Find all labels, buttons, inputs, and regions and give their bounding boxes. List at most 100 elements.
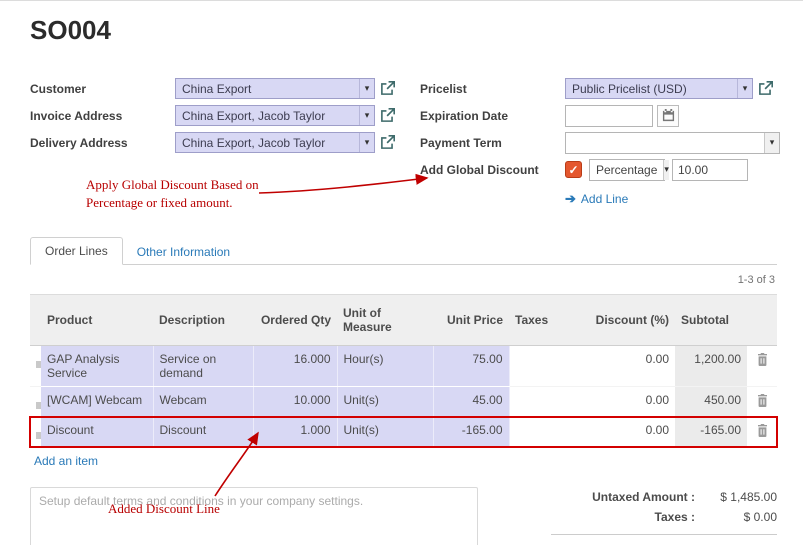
customer-label: Customer xyxy=(30,82,175,96)
cell-discount[interactable]: 0.00 xyxy=(571,387,675,417)
global-discount-checkbox[interactable]: ✓ xyxy=(565,161,582,178)
annotation-global-discount: Apply Global Discount Based on Percentag… xyxy=(86,176,259,211)
delete-row-icon[interactable] xyxy=(747,417,777,447)
form-left-column: Customer China Export ▾ Invoice Address … xyxy=(30,75,410,156)
taxes-value: $ 0.00 xyxy=(695,510,777,524)
col-taxes[interactable]: Taxes xyxy=(509,295,571,346)
handle-header xyxy=(30,295,41,346)
chevron-down-icon[interactable]: ▾ xyxy=(737,79,752,98)
col-product[interactable]: Product xyxy=(41,295,153,346)
annotation-arrow-global-discount xyxy=(259,178,427,193)
add-line-button[interactable]: ➔ Add Line xyxy=(565,191,628,207)
payment-term-label: Payment Term xyxy=(420,136,565,150)
cell-ordered-qty[interactable]: 10.000 xyxy=(253,387,337,417)
global-discount-label: Add Global Discount xyxy=(420,163,565,177)
tab-order-lines[interactable]: Order Lines xyxy=(30,237,123,265)
calendar-icon[interactable] xyxy=(657,105,679,127)
col-unit-price[interactable]: Unit Price xyxy=(433,295,509,346)
cell-ordered-qty[interactable]: 1.000 xyxy=(253,417,337,447)
cell-description[interactable]: Webcam xyxy=(153,387,253,417)
delivery-address-value: China Export, Jacob Taylor xyxy=(182,136,325,150)
pricelist-select[interactable]: Public Pricelist (USD) ▾ xyxy=(565,78,753,99)
cell-description[interactable]: Discount xyxy=(153,417,253,447)
order-lines-table: Product Description Ordered Qty Unit of … xyxy=(30,294,777,447)
chevron-down-icon[interactable]: ▾ xyxy=(359,79,374,98)
chevron-down-icon[interactable]: ▾ xyxy=(764,133,779,153)
cell-product[interactable]: [WCAM] Webcam xyxy=(41,387,153,417)
cell-product[interactable]: GAP Analysis Service xyxy=(41,346,153,387)
row-handle[interactable] xyxy=(30,387,41,417)
col-ordered-qty[interactable]: Ordered Qty xyxy=(253,295,337,346)
notebook-section: Order Lines Other Information 1-3 of 3 P… xyxy=(30,238,777,545)
cell-unit-price[interactable]: -165.00 xyxy=(433,417,509,447)
delivery-address-select[interactable]: China Export, Jacob Taylor ▾ xyxy=(175,132,375,153)
pricelist-label: Pricelist xyxy=(420,82,565,96)
tab-other-information[interactable]: Other Information xyxy=(123,239,244,265)
cell-product[interactable]: Discount xyxy=(41,417,153,447)
row-handle[interactable] xyxy=(30,417,41,447)
arrow-right-icon: ➔ xyxy=(565,191,576,207)
cell-discount[interactable]: 0.00 xyxy=(571,417,675,447)
untaxed-amount-row: Untaxed Amount : $ 1,485.00 xyxy=(551,487,777,507)
row-handle[interactable] xyxy=(30,346,41,387)
table-header-row: Product Description Ordered Qty Unit of … xyxy=(30,295,777,346)
cell-taxes[interactable] xyxy=(509,417,571,447)
discount-type-value: Percentage xyxy=(590,163,663,177)
delivery-address-label: Delivery Address xyxy=(30,136,175,150)
payment-term-select[interactable]: ▾ xyxy=(565,132,780,154)
invoice-address-value: China Export, Jacob Taylor xyxy=(182,109,325,123)
col-discount[interactable]: Discount (%) xyxy=(571,295,675,346)
expiration-date-input[interactable] xyxy=(565,105,653,127)
external-link-icon[interactable] xyxy=(758,81,773,96)
cell-taxes[interactable] xyxy=(509,346,571,387)
discount-type-select[interactable]: Percentage ▾ xyxy=(589,159,665,181)
sales-order-page: SO004 Customer China Export ▾ Invoice Ad… xyxy=(0,0,803,545)
col-description[interactable]: Description xyxy=(153,295,253,346)
pager[interactable]: 1-3 of 3 xyxy=(30,274,775,286)
cell-subtotal: -165.00 xyxy=(675,417,747,447)
cell-unit-of-measure[interactable]: Unit(s) xyxy=(337,387,433,417)
payment-term-row: Payment Term ▾ xyxy=(420,129,780,156)
delete-row-icon[interactable] xyxy=(747,346,777,387)
cell-unit-price[interactable]: 45.00 xyxy=(433,387,509,417)
cell-description[interactable]: Service on demand xyxy=(153,346,253,387)
untaxed-amount-label: Untaxed Amount : xyxy=(551,490,695,504)
cell-unit-of-measure[interactable]: Unit(s) xyxy=(337,417,433,447)
expiration-date-row: Expiration Date xyxy=(420,102,780,129)
tab-bar: Order Lines Other Information xyxy=(30,238,777,265)
invoice-address-row: Invoice Address China Export, Jacob Tayl… xyxy=(30,102,410,129)
taxes-label: Taxes : xyxy=(551,510,695,524)
terms-conditions-input[interactable] xyxy=(30,487,478,545)
external-link-icon[interactable] xyxy=(380,135,395,150)
pricelist-value: Public Pricelist (USD) xyxy=(572,82,687,96)
table-row[interactable]: GAP Analysis Service Service on demand 1… xyxy=(30,346,777,387)
chevron-down-icon[interactable]: ▾ xyxy=(359,133,374,152)
global-discount-row: Add Global Discount ✓ Percentage ▾ xyxy=(420,156,780,183)
delete-row-icon[interactable] xyxy=(747,387,777,417)
cell-ordered-qty[interactable]: 16.000 xyxy=(253,346,337,387)
chevron-down-icon[interactable]: ▾ xyxy=(359,106,374,125)
col-unit-of-measure[interactable]: Unit of Measure xyxy=(337,295,433,346)
cell-discount[interactable]: 0.00 xyxy=(571,346,675,387)
cell-subtotal: 1,200.00 xyxy=(675,346,747,387)
cell-subtotal: 450.00 xyxy=(675,387,747,417)
customer-row: Customer China Export ▾ xyxy=(30,75,410,102)
invoice-address-select[interactable]: China Export, Jacob Taylor ▾ xyxy=(175,105,375,126)
cell-unit-price[interactable]: 75.00 xyxy=(433,346,509,387)
add-an-item-link[interactable]: Add an item xyxy=(34,454,98,468)
col-actions xyxy=(747,295,777,346)
col-subtotal[interactable]: Subtotal xyxy=(675,295,747,346)
external-link-icon[interactable] xyxy=(380,81,395,96)
cell-taxes[interactable] xyxy=(509,387,571,417)
chevron-down-icon[interactable]: ▾ xyxy=(663,160,669,180)
page-title: SO004 xyxy=(30,15,111,46)
table-row-discount[interactable]: Discount Discount 1.000 Unit(s) -165.00 … xyxy=(30,417,777,447)
table-row[interactable]: [WCAM] Webcam Webcam 10.000 Unit(s) 45.0… xyxy=(30,387,777,417)
customer-select[interactable]: China Export ▾ xyxy=(175,78,375,99)
expiration-date-label: Expiration Date xyxy=(420,109,565,123)
total-row: Total : (update) $ 1,485.00 xyxy=(551,534,777,545)
cell-unit-of-measure[interactable]: Hour(s) xyxy=(337,346,433,387)
discount-amount-input[interactable] xyxy=(672,159,748,181)
external-link-icon[interactable] xyxy=(380,108,395,123)
add-line-label: Add Line xyxy=(581,192,628,206)
